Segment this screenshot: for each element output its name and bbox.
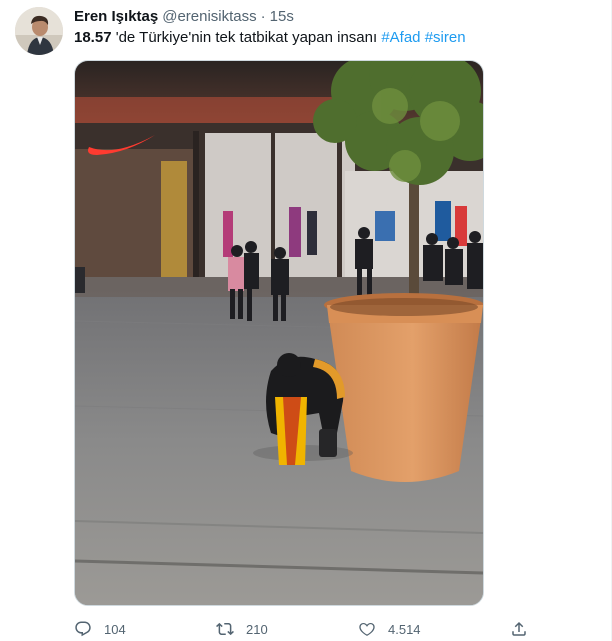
tweet-text-body: 'de Türkiye'nin tek tatbikat yapan insan… <box>111 29 382 46</box>
hashtag-afad[interactable]: #Afad <box>381 29 420 46</box>
photo-scene <box>75 61 483 605</box>
tweet-header: Eren Işıktaş @erenisiktass · 15s <box>74 7 294 27</box>
hashtag-siren[interactable]: #siren <box>425 29 466 46</box>
reply-count: 104 <box>104 621 126 637</box>
reply-icon <box>75 621 91 637</box>
tweet-text: 18.57 'de Türkiye'nin tek tatbikat yapan… <box>74 28 466 48</box>
retweet-button[interactable]: 210 <box>216 618 268 640</box>
author-handle[interactable]: @erenisiktass <box>162 8 256 25</box>
like-count: 4.514 <box>388 621 421 637</box>
avatar-image <box>15 7 63 55</box>
tweet-timestamp[interactable]: 15s <box>270 8 294 25</box>
avatar[interactable] <box>15 7 63 55</box>
share-icon <box>512 621 526 636</box>
reply-button[interactable]: 104 <box>74 618 126 640</box>
tweet-text-time: 18.57 <box>74 29 112 46</box>
retweet-count: 210 <box>246 621 268 637</box>
tweet-photo[interactable] <box>74 60 484 606</box>
header-separator: · <box>260 8 266 25</box>
like-icon <box>359 622 375 636</box>
tweet-actions: 104 210 4.514 <box>74 618 534 640</box>
tweet: Eren Işıktaş @erenisiktass · 15s 18.57 'de … <box>0 0 612 641</box>
retweet-icon <box>216 622 234 636</box>
author-display-name[interactable]: Eren Işıktaş <box>74 8 158 25</box>
share-button[interactable] <box>510 618 528 640</box>
like-button[interactable]: 4.514 <box>358 618 421 640</box>
